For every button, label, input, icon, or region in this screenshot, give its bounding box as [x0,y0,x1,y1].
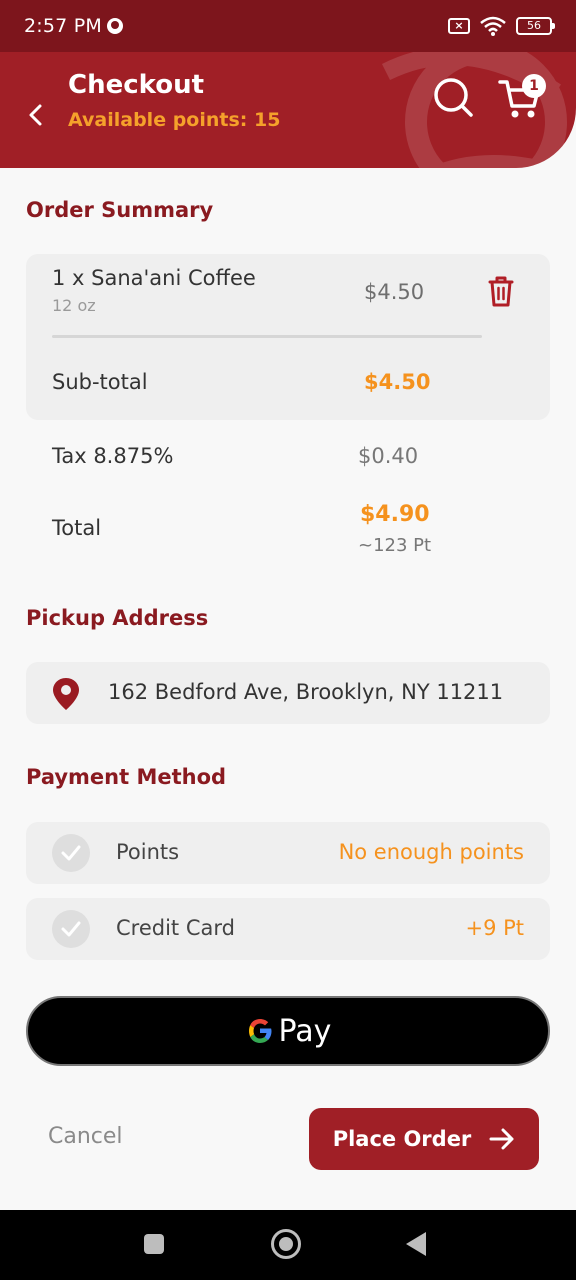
home-icon[interactable] [271,1229,301,1259]
back-icon[interactable] [406,1232,426,1256]
order-summary-title: Order Summary [26,198,214,222]
location-pin-icon [53,678,79,710]
total-value: $4.90 [360,502,430,527]
payment-label: Points [116,840,180,864]
page-title: Checkout [68,70,205,100]
google-pay-label: Pay [278,1013,332,1049]
notification-icon [106,18,123,34]
search-icon[interactable] [432,76,474,118]
arrow-right-icon [489,1128,514,1150]
checkmark-icon[interactable] [52,834,90,872]
sim-off-icon: × [448,18,470,34]
pickup-address-title: Pickup Address [26,606,209,630]
place-order-button[interactable]: Place Order [309,1108,539,1170]
total-points: ~123 Pt [358,535,432,556]
delete-trash-icon[interactable] [486,274,516,308]
status-icons: × 56 [448,16,555,36]
google-g-icon [248,1019,272,1043]
item-size: 12 oz [52,296,96,315]
item-name: 1 x Sana'ani Coffee [52,266,256,290]
tax-value: $0.40 [358,444,419,468]
payment-note: No enough points [338,840,524,864]
payment-option-points[interactable]: Points No enough points [26,822,550,884]
app-header: Checkout Available points: 15 1 [0,52,576,168]
back-arrow-icon[interactable] [22,100,50,130]
payment-method-title: Payment Method [26,765,227,789]
order-item-card: 1 x Sana'ani Coffee 12 oz $4.50 Sub-tota… [26,254,550,420]
total-label: Total [52,516,102,540]
available-points: Available points: 15 [68,109,281,131]
subtotal-value: $4.50 [364,370,431,394]
pickup-address-card: 162 Bedford Ave, Brooklyn, NY 11211 [26,662,550,724]
pickup-address: 162 Bedford Ave, Brooklyn, NY 11211 [108,680,504,704]
wifi-icon [480,16,506,36]
recent-apps-icon[interactable] [144,1234,164,1254]
tax-label: Tax 8.875% [52,444,174,468]
system-nav-bar [0,1210,576,1280]
subtotal-label: Sub-total [52,370,148,394]
item-price: $4.50 [364,280,425,304]
battery-icon: 56 [516,17,555,35]
payment-option-credit-card[interactable]: Credit Card +9 Pt [26,898,550,960]
payment-note: +9 Pt [465,916,524,940]
place-order-label: Place Order [332,1127,472,1151]
checkmark-icon[interactable] [52,910,90,948]
status-time: 2:57 PM [24,15,102,37]
payment-label: Credit Card [116,916,235,940]
cart-count-badge: 1 [522,74,546,98]
status-bar: 2:57 PM × 56 [0,0,576,52]
divider [52,335,482,338]
cancel-button[interactable]: Cancel [48,1124,123,1149]
google-pay-button[interactable]: Pay [26,996,550,1066]
